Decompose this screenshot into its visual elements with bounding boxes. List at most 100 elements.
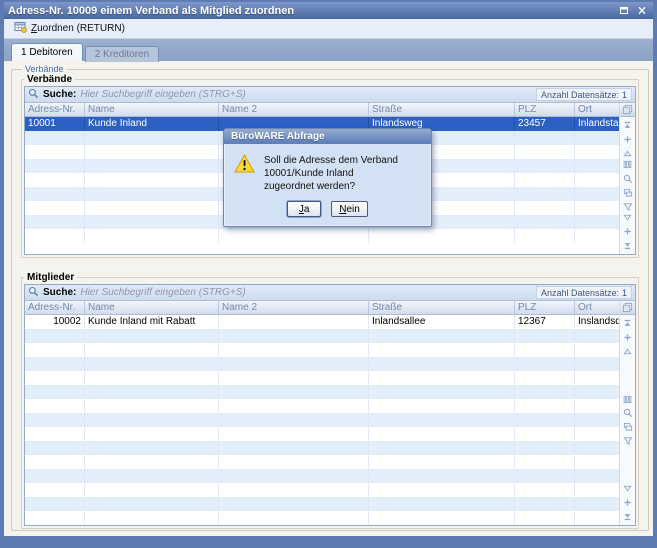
no-button[interactable]: Nein bbox=[331, 201, 368, 217]
columns-icon[interactable] bbox=[622, 394, 633, 405]
warning-icon bbox=[234, 154, 255, 178]
table-row-empty[interactable] bbox=[25, 399, 619, 413]
column-header-plz[interactable]: PLZ bbox=[515, 103, 575, 117]
column-header-strasse[interactable]: Straße bbox=[369, 103, 515, 117]
table-row-empty[interactable] bbox=[25, 483, 619, 497]
columns-icon[interactable] bbox=[622, 159, 633, 170]
search-input[interactable] bbox=[80, 286, 532, 299]
insert-row-icon[interactable] bbox=[622, 332, 633, 343]
cell-name2 bbox=[219, 497, 369, 511]
cell-name bbox=[85, 497, 219, 511]
cell-adress-nr bbox=[25, 455, 85, 469]
tab-kreditoren[interactable]: 2 Kreditoren bbox=[85, 46, 159, 62]
table-row-empty[interactable] bbox=[25, 469, 619, 483]
cell-adress-nr bbox=[25, 173, 85, 187]
cell-ort bbox=[575, 427, 619, 441]
last-row-icon[interactable] bbox=[622, 240, 633, 251]
table-row-empty[interactable] bbox=[25, 413, 619, 427]
column-header-ort[interactable]: Ort bbox=[575, 301, 619, 315]
table-row-empty[interactable] bbox=[25, 229, 619, 243]
cell-ort bbox=[575, 215, 619, 229]
page-down-icon[interactable] bbox=[622, 212, 633, 223]
search-icon[interactable] bbox=[622, 408, 633, 419]
cell-strasse bbox=[369, 385, 515, 399]
tab-debitoren[interactable]: 1 Debitoren bbox=[11, 43, 83, 61]
mitglieder-table: Suche: Anzahl Datensätze: 1 Adress-Nr.Na… bbox=[24, 284, 636, 526]
table-row-empty[interactable] bbox=[25, 511, 619, 525]
page-down-icon[interactable] bbox=[622, 483, 633, 494]
outer-group-label: Verbände bbox=[22, 64, 67, 74]
cards-icon[interactable] bbox=[622, 187, 633, 198]
cell-ort bbox=[575, 511, 619, 525]
cell-plz bbox=[515, 469, 575, 483]
cell-ort bbox=[575, 131, 619, 145]
cell-adress-nr bbox=[25, 385, 85, 399]
verbaende-icon-rail bbox=[619, 103, 635, 254]
assign-button[interactable]: Zuordnen (RETURN) bbox=[8, 19, 131, 38]
cell-plz bbox=[515, 483, 575, 497]
search-label: Suche: bbox=[43, 287, 76, 298]
cell-strasse bbox=[369, 511, 515, 525]
cell-adress-nr: 10002 bbox=[25, 315, 85, 329]
cell-name bbox=[85, 371, 219, 385]
table-row-empty[interactable] bbox=[25, 427, 619, 441]
mitglieder-grid: Adress-Nr.NameName 2StraßePLZOrt10002Kun… bbox=[25, 301, 619, 525]
table-row-empty[interactable] bbox=[25, 371, 619, 385]
cell-plz bbox=[515, 201, 575, 215]
cell-name2 bbox=[219, 385, 369, 399]
cell-adress-nr bbox=[25, 187, 85, 201]
table-row-empty[interactable] bbox=[25, 343, 619, 357]
cell-name2 bbox=[219, 329, 369, 343]
cards-icon[interactable] bbox=[622, 422, 633, 433]
filter-icon[interactable] bbox=[622, 436, 633, 447]
search-label: Suche: bbox=[43, 89, 76, 100]
table-row-empty[interactable] bbox=[25, 385, 619, 399]
insert-row-icon[interactable] bbox=[622, 134, 633, 145]
table-row-empty[interactable] bbox=[25, 329, 619, 343]
cell-ort bbox=[575, 343, 619, 357]
table-row-empty[interactable] bbox=[25, 357, 619, 371]
search-input[interactable] bbox=[80, 88, 532, 101]
column-header-name[interactable]: Name bbox=[85, 103, 219, 117]
column-header-strasse[interactable]: Straße bbox=[369, 301, 515, 315]
column-header-name2[interactable]: Name 2 bbox=[219, 103, 369, 117]
page-up-icon[interactable] bbox=[622, 148, 633, 159]
restore-button[interactable] bbox=[616, 4, 631, 17]
cell-ort bbox=[575, 173, 619, 187]
copy-icon[interactable] bbox=[622, 104, 633, 115]
rail-body bbox=[620, 117, 635, 254]
cell-strasse bbox=[369, 229, 515, 243]
cell-ort bbox=[575, 187, 619, 201]
cell-adress-nr bbox=[25, 511, 85, 525]
remove-row-icon[interactable] bbox=[622, 497, 633, 508]
table-row-empty[interactable] bbox=[25, 441, 619, 455]
last-row-icon[interactable] bbox=[622, 511, 633, 522]
cell-adress-nr bbox=[25, 343, 85, 357]
yes-button[interactable]: Ja bbox=[287, 201, 321, 217]
remove-row-icon[interactable] bbox=[622, 226, 633, 237]
column-header-adress-nr[interactable]: Adress-Nr. bbox=[25, 301, 85, 315]
column-header-plz[interactable]: PLZ bbox=[515, 301, 575, 315]
copy-icon[interactable] bbox=[622, 302, 633, 313]
table-row[interactable]: 10002Kunde Inland mit RabattInlandsallee… bbox=[25, 315, 619, 329]
filter-icon[interactable] bbox=[622, 201, 633, 212]
table-row-empty[interactable] bbox=[25, 455, 619, 469]
cell-ort bbox=[575, 385, 619, 399]
cell-plz bbox=[515, 455, 575, 469]
page-up-icon[interactable] bbox=[622, 346, 633, 357]
cell-name2 bbox=[219, 357, 369, 371]
column-header-name[interactable]: Name bbox=[85, 301, 219, 315]
first-row-icon[interactable] bbox=[622, 318, 633, 329]
first-row-icon[interactable] bbox=[622, 120, 633, 131]
column-header-ort[interactable]: Ort bbox=[575, 103, 619, 117]
close-button[interactable] bbox=[634, 4, 649, 17]
column-header-name2[interactable]: Name 2 bbox=[219, 301, 369, 315]
column-header-adress-nr[interactable]: Adress-Nr. bbox=[25, 103, 85, 117]
cell-plz: 23457 bbox=[515, 117, 575, 131]
mitglieder-heading: Mitglieder bbox=[24, 272, 77, 283]
window-title: Adress-Nr. 10009 einem Verband als Mitgl… bbox=[8, 5, 613, 17]
cell-plz bbox=[515, 399, 575, 413]
table-row-empty[interactable] bbox=[25, 497, 619, 511]
search-icon[interactable] bbox=[622, 173, 633, 184]
verbaende-heading: Verbände bbox=[24, 74, 75, 85]
